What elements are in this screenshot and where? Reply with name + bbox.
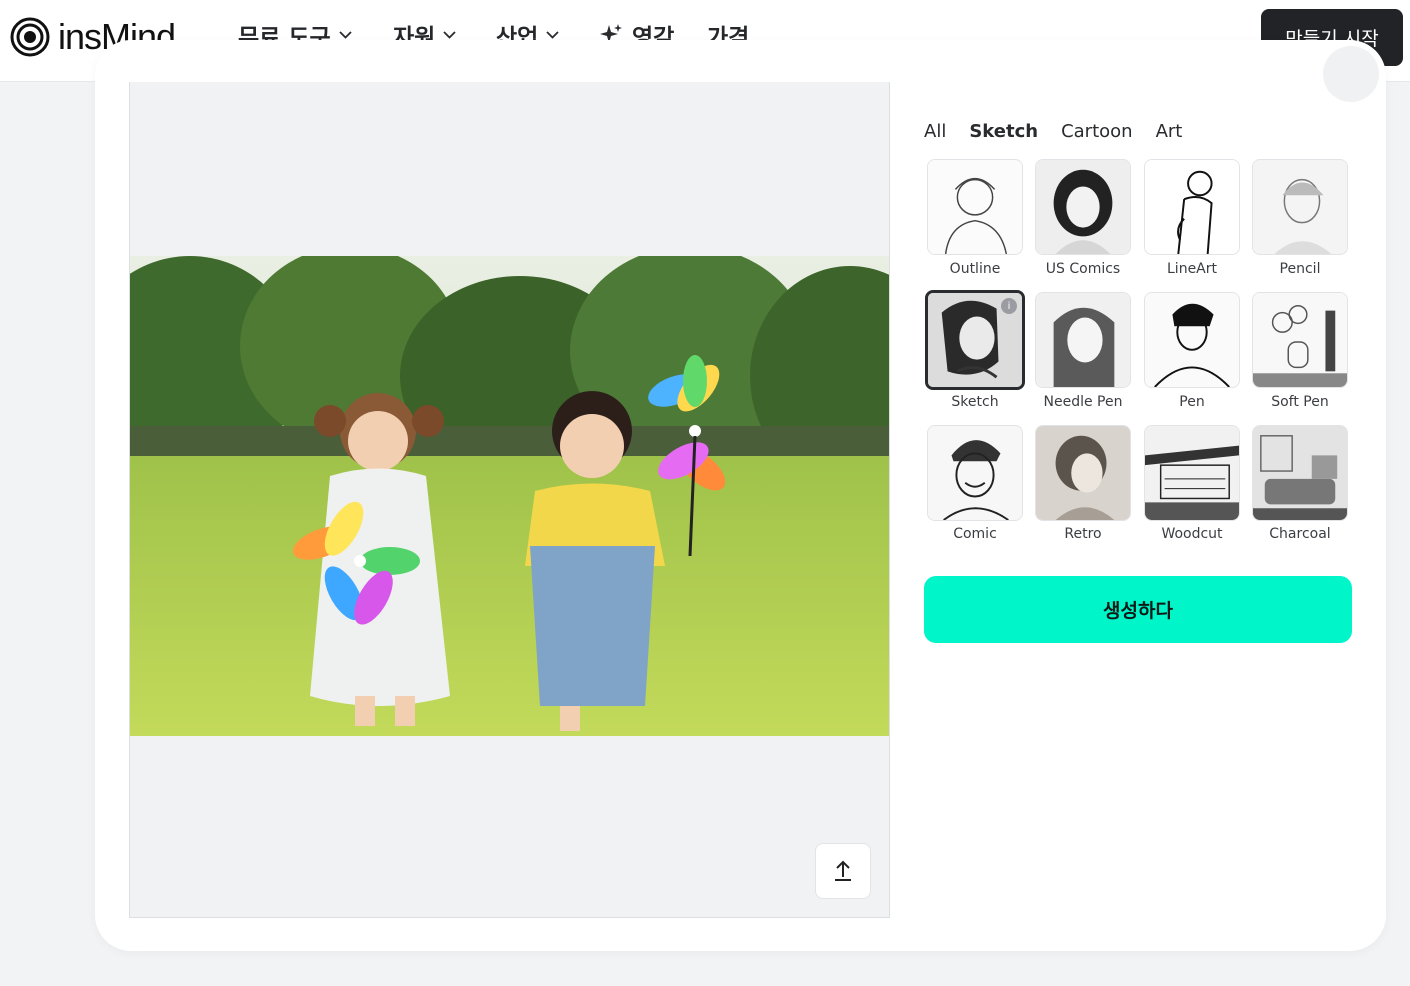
- style-tabs: All Sketch Cartoon Art: [924, 118, 1205, 144]
- generate-button[interactable]: 생성하다: [924, 576, 1352, 643]
- info-badge[interactable]: i: [1001, 298, 1017, 314]
- logo-icon: [10, 17, 50, 57]
- style-thumb-outline[interactable]: [927, 159, 1023, 255]
- style-thumb-soft-pen[interactable]: [1252, 292, 1348, 388]
- tab-sketch[interactable]: Sketch: [969, 121, 1038, 142]
- style-label-retro: Retro: [1064, 526, 1102, 542]
- chevron-down-icon: [443, 31, 456, 39]
- style-label-soft-pen: Soft Pen: [1271, 394, 1329, 410]
- style-label-pencil: Pencil: [1279, 261, 1321, 277]
- chevron-down-icon: [546, 31, 559, 39]
- upload-arrow-icon: [835, 860, 851, 881]
- style-thumb-needle-pen[interactable]: [1035, 292, 1131, 388]
- style-label-charcoal: Charcoal: [1269, 526, 1331, 542]
- style-thumb-woodcut[interactable]: [1144, 425, 1240, 521]
- tab-art[interactable]: Art: [1156, 121, 1183, 142]
- tab-cartoon[interactable]: Cartoon: [1061, 121, 1133, 142]
- close-icon[interactable]: [1323, 46, 1379, 102]
- style-thumb-pen[interactable]: [1144, 292, 1240, 388]
- style-label-outline: Outline: [949, 261, 1001, 277]
- style-label-comic: Comic: [953, 526, 997, 542]
- style-thumb-charcoal[interactable]: [1252, 425, 1348, 521]
- style-thumb-us-comics[interactable]: [1035, 159, 1131, 255]
- chevron-down-icon: [339, 31, 352, 39]
- tab-all[interactable]: All: [924, 121, 946, 142]
- style-label-needle-pen: Needle Pen: [1043, 394, 1123, 410]
- style-label-sketch: Sketch: [951, 394, 999, 410]
- style-label-lineart: LineArt: [1167, 261, 1217, 277]
- style-label-us-comics: US Comics: [1045, 261, 1121, 277]
- uploaded-photo: [130, 256, 889, 736]
- style-thumb-pencil[interactable]: [1252, 159, 1348, 255]
- style-thumb-comic[interactable]: [927, 425, 1023, 521]
- style-thumb-retro[interactable]: [1035, 425, 1131, 521]
- style-thumb-lineart[interactable]: [1144, 159, 1240, 255]
- style-label-pen: Pen: [1179, 394, 1205, 410]
- style-label-woodcut: Woodcut: [1161, 526, 1223, 542]
- upload-button[interactable]: [815, 843, 871, 899]
